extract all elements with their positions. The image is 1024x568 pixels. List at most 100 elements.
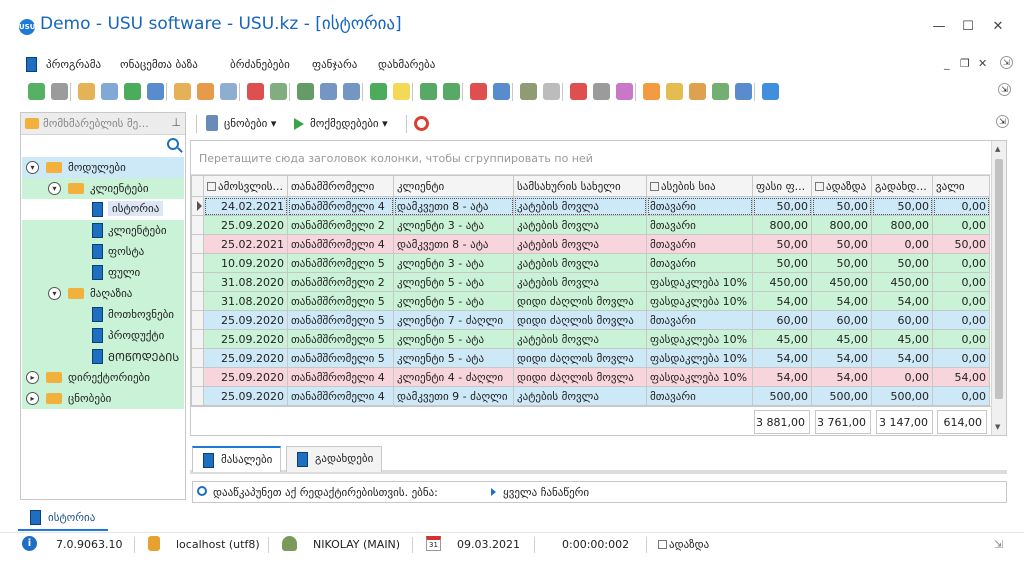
table-cell[interactable]: 0,00 [932, 386, 990, 406]
table-cell[interactable]: 54,00 [932, 367, 990, 387]
table-cell[interactable]: ფასდაკლება 10% [646, 329, 753, 349]
filter-hint[interactable]: დააწკაპუნეთ აქ რედაქტირებისთვის. ებნა: [213, 486, 438, 499]
scrollbar-thumb[interactable] [995, 159, 1003, 399]
table-cell[interactable]: კლიენტი 5 - ატა [393, 272, 514, 292]
table-cell[interactable]: 0,00 [932, 196, 990, 216]
palette-icon[interactable] [616, 83, 633, 100]
table-cell[interactable]: 54,00 [871, 291, 933, 311]
table-cell[interactable]: კლიენტი 7 - ძაღლი [393, 310, 514, 330]
table-cell[interactable]: 45,00 [811, 329, 872, 349]
table-cell[interactable]: თანამშრომელი 5 [287, 329, 394, 349]
collapse-icon[interactable]: ▾ [48, 182, 61, 195]
column-header[interactable]: კლიენტი [393, 175, 514, 197]
row-indicator[interactable] [191, 196, 204, 216]
pin-icon[interactable] [735, 83, 752, 100]
table-cell[interactable]: კატების მოვლა [513, 253, 647, 273]
edit-icon[interactable] [78, 83, 95, 100]
table-cell[interactable]: 500,00 [752, 386, 812, 406]
column-header[interactable]: ადაზდა [811, 175, 872, 197]
table-cell[interactable]: 0,00 [932, 215, 990, 235]
tree-item[interactable]: ისტორია [22, 199, 184, 220]
table-row[interactable]: 10.09.2020 თანამშრომელი 5 კლიენტი 3 - ატა კ… [191, 253, 990, 273]
lock-icon[interactable] [666, 83, 683, 100]
column-header[interactable]: გადახდ... [871, 175, 933, 197]
table-cell[interactable]: 25.09.2020 [203, 310, 288, 330]
table-cell[interactable]: 0,00 [932, 272, 990, 292]
menu-program[interactable]: პროგრამა [46, 58, 101, 71]
table-cell[interactable]: დიდი ძაღლის მოვლა [513, 367, 647, 387]
table-cell[interactable]: 31.08.2020 [203, 272, 288, 292]
filter-clear-icon[interactable] [197, 83, 214, 100]
table-cell[interactable]: 800,00 [752, 215, 812, 235]
tree-item[interactable]: პროდუქტი [22, 325, 184, 346]
actions-dropdown[interactable]: მოქმედებები ▾ [310, 117, 388, 130]
table-cell[interactable]: 0,00 [932, 310, 990, 330]
table-cell[interactable]: ფასდაკლება 10% [646, 272, 753, 292]
table-cell[interactable]: 450,00 [811, 272, 872, 292]
expand-icon[interactable]: ▸ [26, 371, 39, 384]
row-indicator[interactable] [191, 253, 204, 273]
table-cell[interactable]: მთავარი [646, 253, 753, 273]
row-indicator[interactable] [191, 310, 204, 330]
refresh-icon[interactable] [124, 83, 141, 100]
table-row[interactable]: 25.09.2020 თანამშრომელი 5 კლიენტი 5 - ატა კ… [191, 329, 990, 349]
table-cell[interactable]: კატების მოვლა [513, 272, 647, 292]
new-record-icon[interactable] [28, 83, 45, 100]
collapse-circle-icon[interactable]: ⇲ [998, 83, 1011, 96]
table-cell[interactable]: კლიენტი 3 - ატა [393, 215, 514, 235]
note-icon[interactable] [393, 83, 410, 100]
close-window-icon[interactable] [493, 83, 510, 100]
close-button[interactable]: ✕ [989, 18, 1007, 36]
row-indicator[interactable] [191, 348, 204, 368]
table-row[interactable]: 25.09.2020 თანამშრომელი 4 დამკვეთი 9 - ძაღ… [191, 386, 990, 406]
tree-item[interactable]: ▾ მოდულები [22, 157, 184, 178]
table-cell[interactable]: მთავარი [646, 196, 753, 216]
row-indicator[interactable] [191, 272, 204, 292]
column-header[interactable]: სამსახურის სახელი [513, 175, 647, 197]
minimize-button[interactable]: — [930, 18, 948, 36]
table-cell[interactable]: 500,00 [871, 386, 933, 406]
table-cell[interactable]: თანამშრომელი 4 [287, 234, 394, 254]
table-cell[interactable]: 50,00 [871, 253, 933, 273]
table-cell[interactable]: თანამშრომელი 4 [287, 196, 394, 216]
table-cell[interactable]: 31.08.2020 [203, 291, 288, 311]
table-cell[interactable]: 54,00 [752, 348, 812, 368]
table-cell[interactable]: 450,00 [871, 272, 933, 292]
column-header[interactable]: ფასი ფ... [752, 175, 812, 197]
table-cell[interactable]: 50,00 [811, 234, 872, 254]
tree-item[interactable]: კლიენტები [22, 220, 184, 241]
tab-materials[interactable]: მასალები [192, 446, 282, 472]
table-cell[interactable]: თანამშრომელი 5 [287, 291, 394, 311]
tree-item[interactable]: ფოსტა [22, 241, 184, 262]
info-icon[interactable] [762, 83, 779, 100]
table-cell[interactable]: 25.09.2020 [203, 329, 288, 349]
table-cell[interactable]: თანამშრომელი 2 [287, 215, 394, 235]
table-row[interactable]: 25.02.2021 თანამშრომელი 4 დამკვეთი 8 - ატა… [191, 234, 990, 254]
collapse-circle-icon[interactable]: ⇲ [1000, 56, 1013, 69]
table-cell[interactable]: 0,00 [932, 291, 990, 311]
mdi-restore-button[interactable]: ❐ [960, 57, 970, 70]
table-cell[interactable]: 45,00 [752, 329, 812, 349]
filter-icon[interactable] [174, 83, 191, 100]
table-cell[interactable]: 25.09.2020 [203, 348, 288, 368]
column-header[interactable]: თანამშრომელი [287, 175, 394, 197]
collapse-icon[interactable]: ▾ [48, 287, 61, 300]
table-cell[interactable]: ფასდაკლება 10% [646, 291, 753, 311]
group-by-panel[interactable]: Перетащите сюда заголовок колонки, чтобы… [191, 141, 991, 175]
panel-search[interactable] [21, 135, 185, 155]
row-indicator[interactable] [191, 291, 204, 311]
search-icon[interactable] [167, 138, 179, 150]
tree-item[interactable]: მოთხოვნები [22, 304, 184, 325]
table-cell[interactable]: 50,00 [932, 234, 990, 254]
table-cell[interactable]: 0,00 [932, 253, 990, 273]
tree-item[interactable]: ▾ კლიენტები [22, 178, 184, 199]
table-cell[interactable]: 60,00 [871, 310, 933, 330]
mdi-close-button[interactable]: ✕ [978, 57, 987, 70]
tab-payments[interactable]: გადახდები [286, 446, 383, 472]
delete-icon[interactable] [101, 83, 118, 100]
row-indicator[interactable] [191, 367, 204, 387]
table-cell[interactable]: 0,00 [871, 367, 933, 387]
table-cell[interactable]: 50,00 [811, 253, 872, 273]
checkbox-icon[interactable] [815, 181, 824, 191]
scroll-up-icon[interactable]: ▲ [995, 145, 1000, 153]
